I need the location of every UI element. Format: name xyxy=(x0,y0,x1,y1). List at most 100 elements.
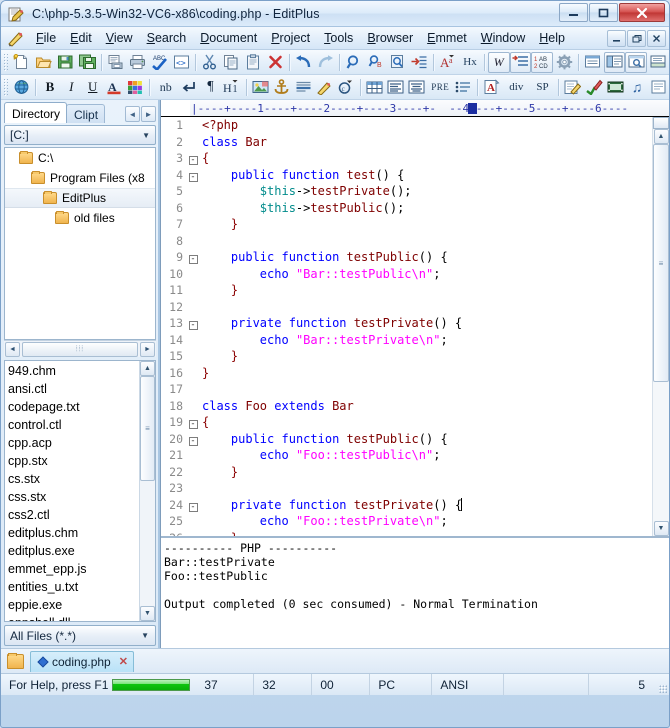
menu-window[interactable]: Window xyxy=(474,29,532,47)
heading-icon[interactable]: H1 xyxy=(221,77,242,98)
menu-tools[interactable]: Tools xyxy=(317,29,360,47)
fold-gutter[interactable] xyxy=(186,282,200,299)
print-preview-icon[interactable] xyxy=(105,52,127,73)
tab-cliptext[interactable]: Clipt xyxy=(66,104,106,123)
fold-collapse-icon[interactable]: - xyxy=(188,502,198,512)
fold-collapse-icon[interactable]: - xyxy=(188,172,198,182)
tree-item-old-files[interactable]: old files xyxy=(5,208,155,228)
close-button[interactable] xyxy=(619,3,665,22)
tree-item-root[interactable]: C:\ xyxy=(5,148,155,168)
bold-icon[interactable]: B xyxy=(39,77,60,98)
folder-icon[interactable] xyxy=(7,652,24,669)
tab-scroll-left-icon[interactable]: ◄ xyxy=(125,106,140,122)
underline-icon[interactable]: U xyxy=(82,77,103,98)
code-line[interactable]: 9- public function testPublic() { xyxy=(161,249,652,266)
audio-icon[interactable]: ♫ xyxy=(626,77,647,98)
save-icon[interactable] xyxy=(54,52,76,73)
fold-gutter[interactable]: - xyxy=(186,414,200,431)
code-line[interactable]: 20- public function testPublic() { xyxy=(161,431,652,448)
list-item[interactable]: eppshell.dll xyxy=(8,614,139,621)
fold-gutter[interactable]: - xyxy=(186,497,200,514)
fold-gutter[interactable] xyxy=(186,216,200,233)
menu-edit[interactable]: Edit xyxy=(63,29,99,47)
fold-gutter[interactable] xyxy=(186,513,200,530)
edit-note-icon[interactable] xyxy=(562,77,583,98)
code-line[interactable]: 16} xyxy=(161,365,652,382)
code-line[interactable]: 4- public function test() { xyxy=(161,167,652,184)
list-item[interactable]: eppie.exe xyxy=(8,596,139,614)
code-line[interactable]: 21 echo "Foo::testPublic\n"; xyxy=(161,447,652,464)
fold-gutter[interactable]: - xyxy=(186,431,200,448)
align-left-icon[interactable] xyxy=(385,77,406,98)
list-item[interactable]: cs.stx xyxy=(8,470,139,488)
view-source-icon[interactable]: <> xyxy=(170,52,192,73)
fold-collapse-icon[interactable]: - xyxy=(188,255,198,264)
list-item[interactable]: emmet_epp.js xyxy=(8,560,139,578)
line-numbers-icon[interactable]: 1 2 AB CD xyxy=(531,51,554,73)
code-line[interactable]: 23 xyxy=(161,480,652,497)
scroll-track[interactable] xyxy=(140,481,155,606)
fold-collapse-icon[interactable]: - xyxy=(188,436,198,446)
tree-item-program-files[interactable]: Program Files (x8 xyxy=(5,168,155,188)
menu-emmet[interactable]: Emmet xyxy=(420,29,474,47)
mdi-minimize-button[interactable] xyxy=(607,29,626,47)
fold-gutter[interactable] xyxy=(186,299,200,316)
code-line[interactable]: 19-{ xyxy=(161,414,652,431)
fold-gutter[interactable] xyxy=(186,200,200,217)
editor-viewport[interactable]: 1 <?php 2 class Bar 3-{4- public function te… xyxy=(161,117,669,536)
fold-collapse-icon[interactable]: - xyxy=(188,321,198,330)
mdi-close-button[interactable] xyxy=(647,29,666,47)
fold-gutter[interactable]: - xyxy=(186,150,200,167)
color-palette-icon[interactable] xyxy=(125,77,146,98)
delete-icon[interactable] xyxy=(264,52,286,73)
font-icon[interactable]: Aa xyxy=(437,52,459,73)
toolbar-grip[interactable] xyxy=(3,53,8,71)
tab-directory[interactable]: Directory xyxy=(4,102,68,123)
tree-horizontal-scrollbar[interactable]: ◄ ⦙⦙⦙ ► xyxy=(4,340,156,357)
anchor-icon[interactable] xyxy=(271,77,292,98)
toolbar-grip-2[interactable] xyxy=(3,78,8,96)
code-text-area[interactable]: 1 <?php 2 class Bar 3-{4- public function te… xyxy=(161,117,652,536)
list-item[interactable]: ansi.ctl xyxy=(8,380,139,398)
drive-selector[interactable]: [C:] ▼ xyxy=(4,125,156,145)
find-in-files-icon[interactable] xyxy=(387,52,409,73)
menu-project[interactable]: Project xyxy=(264,29,317,47)
split-view-button[interactable] xyxy=(653,117,669,129)
check-syntax-icon[interactable] xyxy=(584,77,605,98)
file-list-scrollbar[interactable]: ▲ ≡ ▼ xyxy=(139,361,155,621)
code-line[interactable]: 17 xyxy=(161,381,652,398)
file-filter-selector[interactable]: All Files (*.*) ▼ xyxy=(4,625,156,646)
code-line[interactable]: 14 echo "Bar::testPrivate\n"; xyxy=(161,332,652,349)
cliptext-window-icon[interactable] xyxy=(625,51,648,73)
undo-icon[interactable] xyxy=(293,52,315,73)
fold-collapse-icon[interactable]: - xyxy=(188,156,198,165)
code-line[interactable]: 18 class Foo extends Bar xyxy=(161,398,652,415)
menu-document[interactable]: Document xyxy=(193,29,264,47)
link-icon[interactable] xyxy=(314,77,335,98)
output-panel[interactable]: ---------- PHP ---------- Bar::testPriva… xyxy=(161,536,669,648)
fold-gutter[interactable] xyxy=(186,134,200,151)
italic-icon[interactable]: I xyxy=(61,77,82,98)
align-center-icon[interactable] xyxy=(406,77,427,98)
redo-icon[interactable] xyxy=(315,52,337,73)
code-line[interactable]: 3-{ xyxy=(161,150,652,167)
directory-tree[interactable]: C:\ Program Files (x8 EditPlus old files xyxy=(4,147,156,340)
fold-gutter[interactable] xyxy=(186,183,200,200)
nbsp-icon[interactable]: nb xyxy=(153,77,178,98)
copy-icon[interactable] xyxy=(221,52,243,73)
list-item[interactable]: control.ctl xyxy=(8,416,139,434)
fold-gutter[interactable] xyxy=(186,464,200,481)
paste-icon[interactable] xyxy=(242,52,264,73)
fold-gutter[interactable] xyxy=(186,332,200,349)
save-all-icon[interactable] xyxy=(76,52,98,73)
mdi-restore-button[interactable] xyxy=(627,29,646,47)
document-selector-icon[interactable] xyxy=(582,52,604,73)
auto-indent-icon[interactable] xyxy=(509,51,532,73)
scroll-down-icon[interactable]: ▼ xyxy=(653,521,669,536)
fold-gutter[interactable] xyxy=(186,398,200,415)
image-icon[interactable] xyxy=(250,77,271,98)
print-icon[interactable] xyxy=(127,52,149,73)
minimize-button[interactable] xyxy=(559,3,588,22)
file-list[interactable]: 949.chm ansi.ctl codepage.txt control.ct… xyxy=(4,360,156,622)
fold-gutter[interactable] xyxy=(186,381,200,398)
